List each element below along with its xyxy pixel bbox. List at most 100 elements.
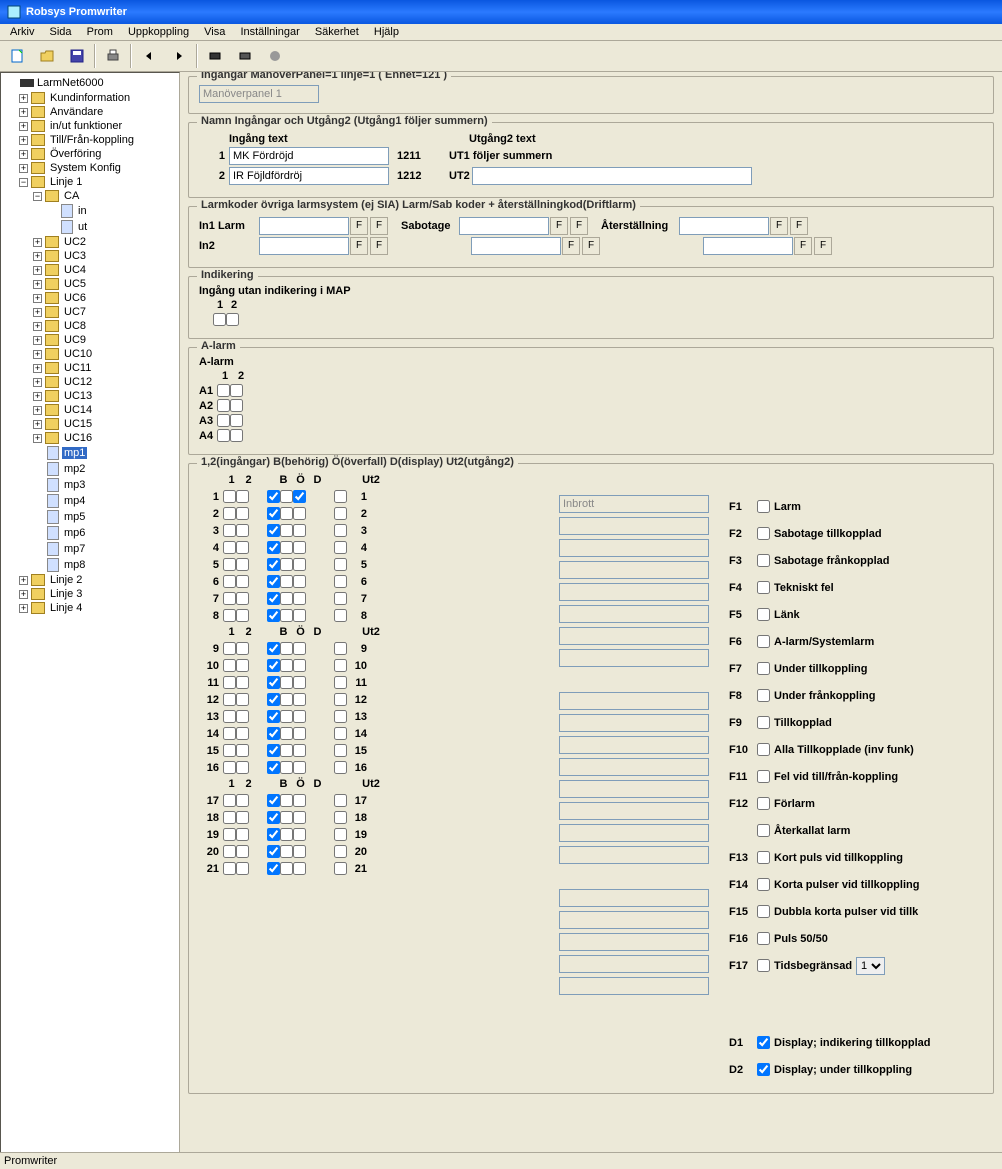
- c1-checkbox[interactable]: [223, 575, 236, 588]
- tree-item[interactable]: +UC5: [3, 277, 177, 291]
- tree-item[interactable]: +UC12: [3, 375, 177, 389]
- c2-checkbox[interactable]: [236, 693, 249, 706]
- c2-checkbox[interactable]: [236, 727, 249, 740]
- expand-icon[interactable]: +: [33, 434, 42, 443]
- f-checkbox[interactable]: [757, 554, 770, 567]
- tree-item[interactable]: +UC9: [3, 333, 177, 347]
- f-checkbox[interactable]: [757, 905, 770, 918]
- menu-visa[interactable]: Visa: [198, 24, 231, 40]
- o-checkbox[interactable]: [280, 592, 293, 605]
- d-checkbox[interactable]: [293, 592, 306, 605]
- expand-icon[interactable]: +: [19, 604, 28, 613]
- f-button[interactable]: F: [370, 217, 388, 235]
- o-checkbox[interactable]: [280, 727, 293, 740]
- ind-1-checkbox[interactable]: [213, 313, 226, 326]
- b-checkbox[interactable]: [267, 862, 280, 875]
- f-button[interactable]: F: [790, 217, 808, 235]
- next-button[interactable]: [165, 43, 193, 69]
- o-checkbox[interactable]: [280, 794, 293, 807]
- in1-larm-input[interactable]: [259, 217, 349, 235]
- aterkallat-checkbox[interactable]: [757, 824, 770, 837]
- c1-checkbox[interactable]: [223, 794, 236, 807]
- d-checkbox[interactable]: [293, 828, 306, 841]
- expand-icon[interactable]: +: [19, 150, 28, 159]
- d-checkbox[interactable]: [293, 676, 306, 689]
- aterstallning-input[interactable]: [679, 217, 769, 235]
- c1-checkbox[interactable]: [223, 727, 236, 740]
- alarm-checkbox[interactable]: [230, 399, 243, 412]
- collapse-icon[interactable]: −: [33, 192, 42, 201]
- ut2-checkbox[interactable]: [334, 575, 347, 588]
- c2-checkbox[interactable]: [236, 490, 249, 503]
- expand-icon[interactable]: +: [33, 322, 42, 331]
- c2-checkbox[interactable]: [236, 845, 249, 858]
- tree-item-mp1-selected[interactable]: mp1: [3, 445, 177, 461]
- c1-checkbox[interactable]: [223, 828, 236, 841]
- c2-checkbox[interactable]: [236, 862, 249, 875]
- tree-view[interactable]: LarmNet6000 +Kundinformation +Användare …: [0, 72, 180, 1162]
- menu-arkiv[interactable]: Arkiv: [4, 24, 40, 40]
- b-checkbox[interactable]: [267, 659, 280, 672]
- tree-item[interactable]: +UC7: [3, 305, 177, 319]
- c1-checkbox[interactable]: [223, 490, 236, 503]
- tree-item[interactable]: mp3: [3, 477, 177, 493]
- tree-item[interactable]: +UC3: [3, 249, 177, 263]
- o-checkbox[interactable]: [280, 609, 293, 622]
- b-checkbox[interactable]: [267, 710, 280, 723]
- ut2-checkbox[interactable]: [334, 642, 347, 655]
- o-checkbox[interactable]: [280, 490, 293, 503]
- in2-input[interactable]: [259, 237, 349, 255]
- d2-checkbox[interactable]: [757, 1063, 770, 1076]
- f-checkbox[interactable]: [757, 581, 770, 594]
- sabotage-input[interactable]: [459, 217, 549, 235]
- b-checkbox[interactable]: [267, 609, 280, 622]
- tree-item[interactable]: mp5: [3, 509, 177, 525]
- ut2-checkbox[interactable]: [334, 558, 347, 571]
- alarm-checkbox[interactable]: [217, 384, 230, 397]
- o-checkbox[interactable]: [280, 862, 293, 875]
- expand-icon[interactable]: +: [33, 252, 42, 261]
- b-checkbox[interactable]: [267, 761, 280, 774]
- b-checkbox[interactable]: [267, 642, 280, 655]
- tree-item[interactable]: in: [3, 203, 177, 219]
- expand-icon[interactable]: +: [33, 350, 42, 359]
- c2-checkbox[interactable]: [236, 541, 249, 554]
- c2-checkbox[interactable]: [236, 659, 249, 672]
- b-checkbox[interactable]: [267, 828, 280, 841]
- b-checkbox[interactable]: [267, 744, 280, 757]
- b-checkbox[interactable]: [267, 592, 280, 605]
- print-button[interactable]: [99, 43, 127, 69]
- f17-checkbox[interactable]: [757, 959, 770, 972]
- f-button[interactable]: F: [350, 217, 368, 235]
- f-checkbox[interactable]: [757, 662, 770, 675]
- c1-checkbox[interactable]: [223, 811, 236, 824]
- expand-icon[interactable]: +: [19, 576, 28, 585]
- menu-installningar[interactable]: Inställningar: [234, 24, 305, 40]
- c1-checkbox[interactable]: [223, 541, 236, 554]
- f-checkbox[interactable]: [757, 770, 770, 783]
- tree-item[interactable]: +UC4: [3, 263, 177, 277]
- b-checkbox[interactable]: [267, 558, 280, 571]
- c1-checkbox[interactable]: [223, 524, 236, 537]
- expand-icon[interactable]: +: [19, 122, 28, 131]
- alarm-checkbox[interactable]: [230, 429, 243, 442]
- ut2-checkbox[interactable]: [334, 659, 347, 672]
- b-checkbox[interactable]: [267, 811, 280, 824]
- tree-item[interactable]: +in/ut funktioner: [3, 119, 177, 133]
- save-button[interactable]: [63, 43, 91, 69]
- c2-checkbox[interactable]: [236, 676, 249, 689]
- b-checkbox[interactable]: [267, 693, 280, 706]
- f-checkbox[interactable]: [757, 635, 770, 648]
- ut2-checkbox[interactable]: [334, 676, 347, 689]
- b-checkbox[interactable]: [267, 727, 280, 740]
- f-checkbox[interactable]: [757, 689, 770, 702]
- f-checkbox[interactable]: [757, 932, 770, 945]
- b-checkbox[interactable]: [267, 490, 280, 503]
- tree-item-linje1[interactable]: −Linje 1: [3, 175, 177, 189]
- menu-sida[interactable]: Sida: [44, 24, 78, 40]
- f-checkbox[interactable]: [757, 878, 770, 891]
- ut2-checkbox[interactable]: [334, 507, 347, 520]
- collapse-icon[interactable]: −: [19, 178, 28, 187]
- alarm-checkbox[interactable]: [217, 399, 230, 412]
- tree-item[interactable]: +Överföring: [3, 147, 177, 161]
